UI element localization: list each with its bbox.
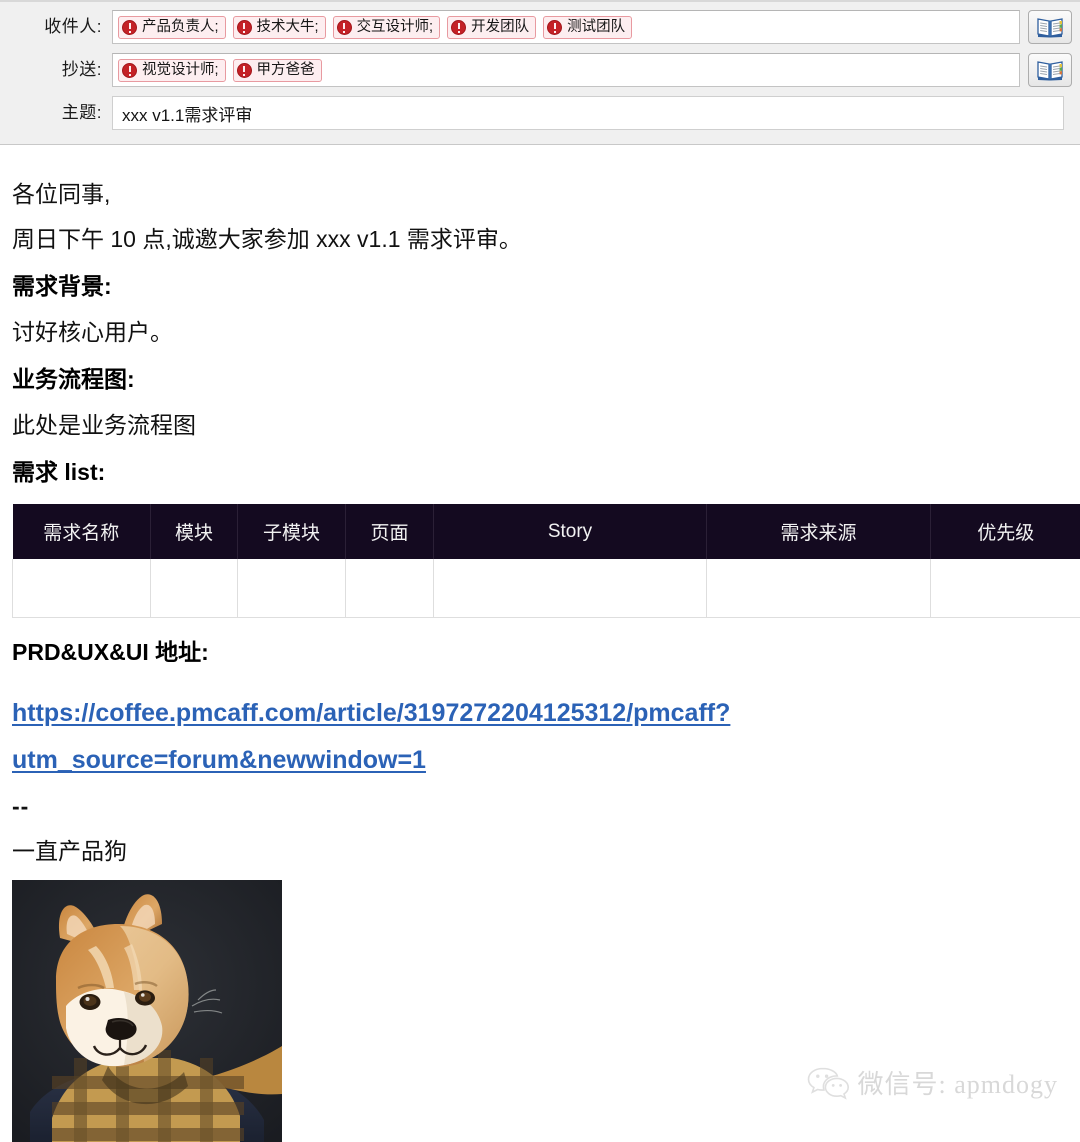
subject-value: xxx v1.1需求评审 (118, 101, 252, 126)
wechat-watermark: 微信号: apmdogy (807, 1064, 1059, 1101)
recipient-chip[interactable]: 产品负责人; (118, 16, 226, 39)
table-cell[interactable] (346, 559, 434, 617)
address-book-icon (1037, 16, 1063, 38)
recipient-chip-label: 产品负责人; (142, 17, 219, 38)
recipient-chip-label: 开发团队 (471, 17, 529, 38)
table-row[interactable] (13, 559, 1080, 617)
error-circle-icon (122, 63, 137, 78)
cc-label: 抄送: (0, 53, 112, 87)
table-header-cell: 模块 (151, 504, 238, 559)
requirement-table: 需求名称 模块 子模块 页面 Story 需求来源 优先级 (12, 504, 1080, 618)
requirement-list-heading: 需求 list: (12, 448, 1068, 496)
error-circle-icon (237, 20, 252, 35)
prd-link-line-1[interactable]: https://coffee.pmcaff.com/article/319727… (12, 690, 1068, 737)
table-header-cell: 需求来源 (707, 504, 931, 559)
signature-name: 一直产品狗 (12, 828, 1068, 874)
error-circle-icon (237, 63, 252, 78)
to-input[interactable]: 产品负责人; 技术大牛; 交互设计师; 开发团队 测试团队 (112, 10, 1020, 44)
recipient-chip-label: 技术大牛; (257, 17, 319, 38)
table-cell[interactable] (238, 559, 346, 617)
flowchart-heading: 业务流程图: (12, 355, 1068, 403)
table-cell[interactable] (13, 559, 151, 617)
flowchart-text: 此处是业务流程图 (12, 403, 1068, 448)
mail-body[interactable]: 各位同事, 周日下午 10 点,诚邀大家参加 xxx v1.1 需求评审。 需求… (0, 146, 1080, 1129)
table-header-cell: 需求名称 (13, 504, 151, 559)
wechat-icon (807, 1066, 849, 1100)
compose-header-panel: 收件人: 产品负责人; 技术大牛; 交互设计师; 开发团队 测试团队 (0, 0, 1080, 145)
recipient-chip[interactable]: 技术大牛; (233, 16, 326, 39)
table-header-cell: 页面 (346, 504, 434, 559)
background-heading: 需求背景: (12, 262, 1068, 310)
table-header-cell: Story (434, 504, 707, 559)
subject-label: 主题: (0, 96, 112, 130)
prd-link-line-2[interactable]: utm_source=forum&newwindow=1 (12, 737, 1068, 784)
table-header-cell: 优先级 (931, 504, 1080, 559)
recipient-chip-label: 交互设计师; (357, 17, 434, 38)
table-cell[interactable] (151, 559, 238, 617)
recipient-chip-label: 测试团队 (567, 17, 625, 38)
address-book-icon (1037, 59, 1063, 81)
table-header-cell: 子模块 (238, 504, 346, 559)
subject-field-row: 主题: xxx v1.1需求评审 (0, 96, 1080, 130)
cc-input[interactable]: 视觉设计师; 甲方爸爸 (112, 53, 1020, 87)
to-field-row: 收件人: 产品负责人; 技术大牛; 交互设计师; 开发团队 测试团队 (0, 10, 1080, 44)
to-address-book-button[interactable] (1028, 10, 1072, 44)
recipient-chip[interactable]: 测试团队 (543, 16, 632, 39)
prd-address-heading: PRD&UX&UI 地址: (12, 628, 1068, 676)
error-circle-icon (547, 20, 562, 35)
table-header-row: 需求名称 模块 子模块 页面 Story 需求来源 优先级 (13, 504, 1080, 559)
recipient-chip-label: 甲方爸爸 (257, 60, 315, 81)
wechat-id-text: 微信号: apmdogy (858, 1064, 1059, 1101)
recipient-chip[interactable]: 甲方爸爸 (233, 59, 322, 82)
cc-field-row: 抄送: 视觉设计师; 甲方爸爸 (0, 53, 1080, 87)
error-circle-icon (337, 20, 352, 35)
cc-address-book-button[interactable] (1028, 53, 1072, 87)
recipient-chip-label: 视觉设计师; (142, 60, 219, 81)
shiba-inu-portrait-image[interactable] (12, 880, 282, 1142)
greeting-line: 各位同事, (12, 172, 1068, 217)
table-cell[interactable] (707, 559, 931, 617)
prd-link-block[interactable]: https://coffee.pmcaff.com/article/319727… (12, 690, 1068, 784)
recipient-chip[interactable]: 交互设计师; (333, 16, 441, 39)
shiba-inu-illustration (12, 880, 282, 1142)
recipient-chip[interactable]: 视觉设计师; (118, 59, 226, 82)
error-circle-icon (122, 20, 137, 35)
signature-divider: -- (12, 784, 1068, 828)
intro-line: 周日下午 10 点,诚邀大家参加 xxx v1.1 需求评审。 (12, 217, 1068, 262)
recipient-chip[interactable]: 开发团队 (447, 16, 536, 39)
table-cell[interactable] (931, 559, 1080, 617)
error-circle-icon (451, 20, 466, 35)
subject-input[interactable]: xxx v1.1需求评审 (112, 96, 1064, 130)
to-label: 收件人: (0, 10, 112, 44)
table-cell[interactable] (434, 559, 707, 617)
background-text: 讨好核心用户。 (12, 310, 1068, 355)
